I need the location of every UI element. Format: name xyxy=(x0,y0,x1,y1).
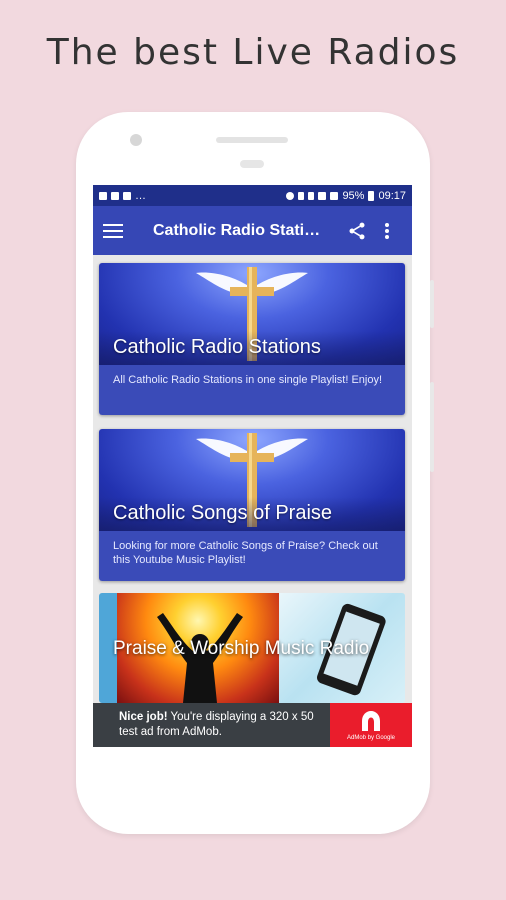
mute-icon xyxy=(308,191,315,200)
card-title: Praise & Worship Music Radio xyxy=(113,638,370,659)
wifi-icon xyxy=(318,191,327,200)
headline: The best Live Radios xyxy=(46,32,460,73)
menu-icon[interactable] xyxy=(103,223,123,238)
status-notifications: … xyxy=(99,190,146,202)
data-saver-icon xyxy=(286,191,295,200)
card-description: Looking for more Catholic Songs of Prais… xyxy=(99,531,405,581)
signal-icon xyxy=(330,191,339,200)
card-praise-worship-music-radio[interactable]: Praise & Worship Music Radio xyxy=(99,593,405,703)
app-bar: Catholic Radio Stations xyxy=(93,206,412,255)
card-title: Catholic Radio Stations xyxy=(113,336,321,358)
app-title: Catholic Radio Stations xyxy=(153,221,325,239)
front-camera xyxy=(130,134,142,146)
clock: 09:17 xyxy=(378,189,406,202)
more-notifications-icon: … xyxy=(135,189,146,202)
gallery-icon xyxy=(123,191,131,200)
download-icon xyxy=(111,191,119,200)
admob-glyph-icon xyxy=(362,711,380,731)
bluetooth-icon xyxy=(298,191,305,200)
power-button xyxy=(430,280,434,328)
proximity-sensor xyxy=(240,160,264,168)
admob-logo-icon[interactable]: AdMob by Google xyxy=(330,703,412,747)
notification-icon xyxy=(99,191,107,200)
volume-button xyxy=(430,382,434,472)
card-banner: Catholic Songs of Praise xyxy=(99,429,405,531)
more-vert-icon[interactable] xyxy=(385,222,389,239)
card-description: All Catholic Radio Stations in one singl… xyxy=(99,365,405,415)
ad-banner[interactable]: Nice job! You're displaying a 320 x 50 t… xyxy=(93,703,412,747)
ad-bold-text: Nice job! xyxy=(119,711,168,723)
share-icon[interactable] xyxy=(347,221,367,241)
battery-icon xyxy=(368,190,375,201)
status-bar: … 95% 09:17 xyxy=(93,185,412,206)
playlist-list: Catholic Radio Stations All Catholic Rad… xyxy=(93,255,412,703)
card-catholic-songs-of-praise[interactable]: Catholic Songs of Praise Looking for mor… xyxy=(99,429,405,581)
card-catholic-radio-stations[interactable]: Catholic Radio Stations All Catholic Rad… xyxy=(99,263,405,415)
earpiece-speaker xyxy=(216,137,288,143)
card-banner: Catholic Radio Stations xyxy=(99,263,405,365)
status-system: 95% 09:17 xyxy=(286,190,406,202)
battery-level: 95% xyxy=(342,189,365,202)
card-title: Catholic Songs of Praise xyxy=(113,502,333,524)
ad-text: Nice job! You're displaying a 320 x 50 t… xyxy=(93,710,329,740)
ad-logo-caption: AdMob by Google xyxy=(346,735,396,741)
phone-screen: … 95% 09:17 Catholic Radio Stations Cath… xyxy=(93,185,412,747)
